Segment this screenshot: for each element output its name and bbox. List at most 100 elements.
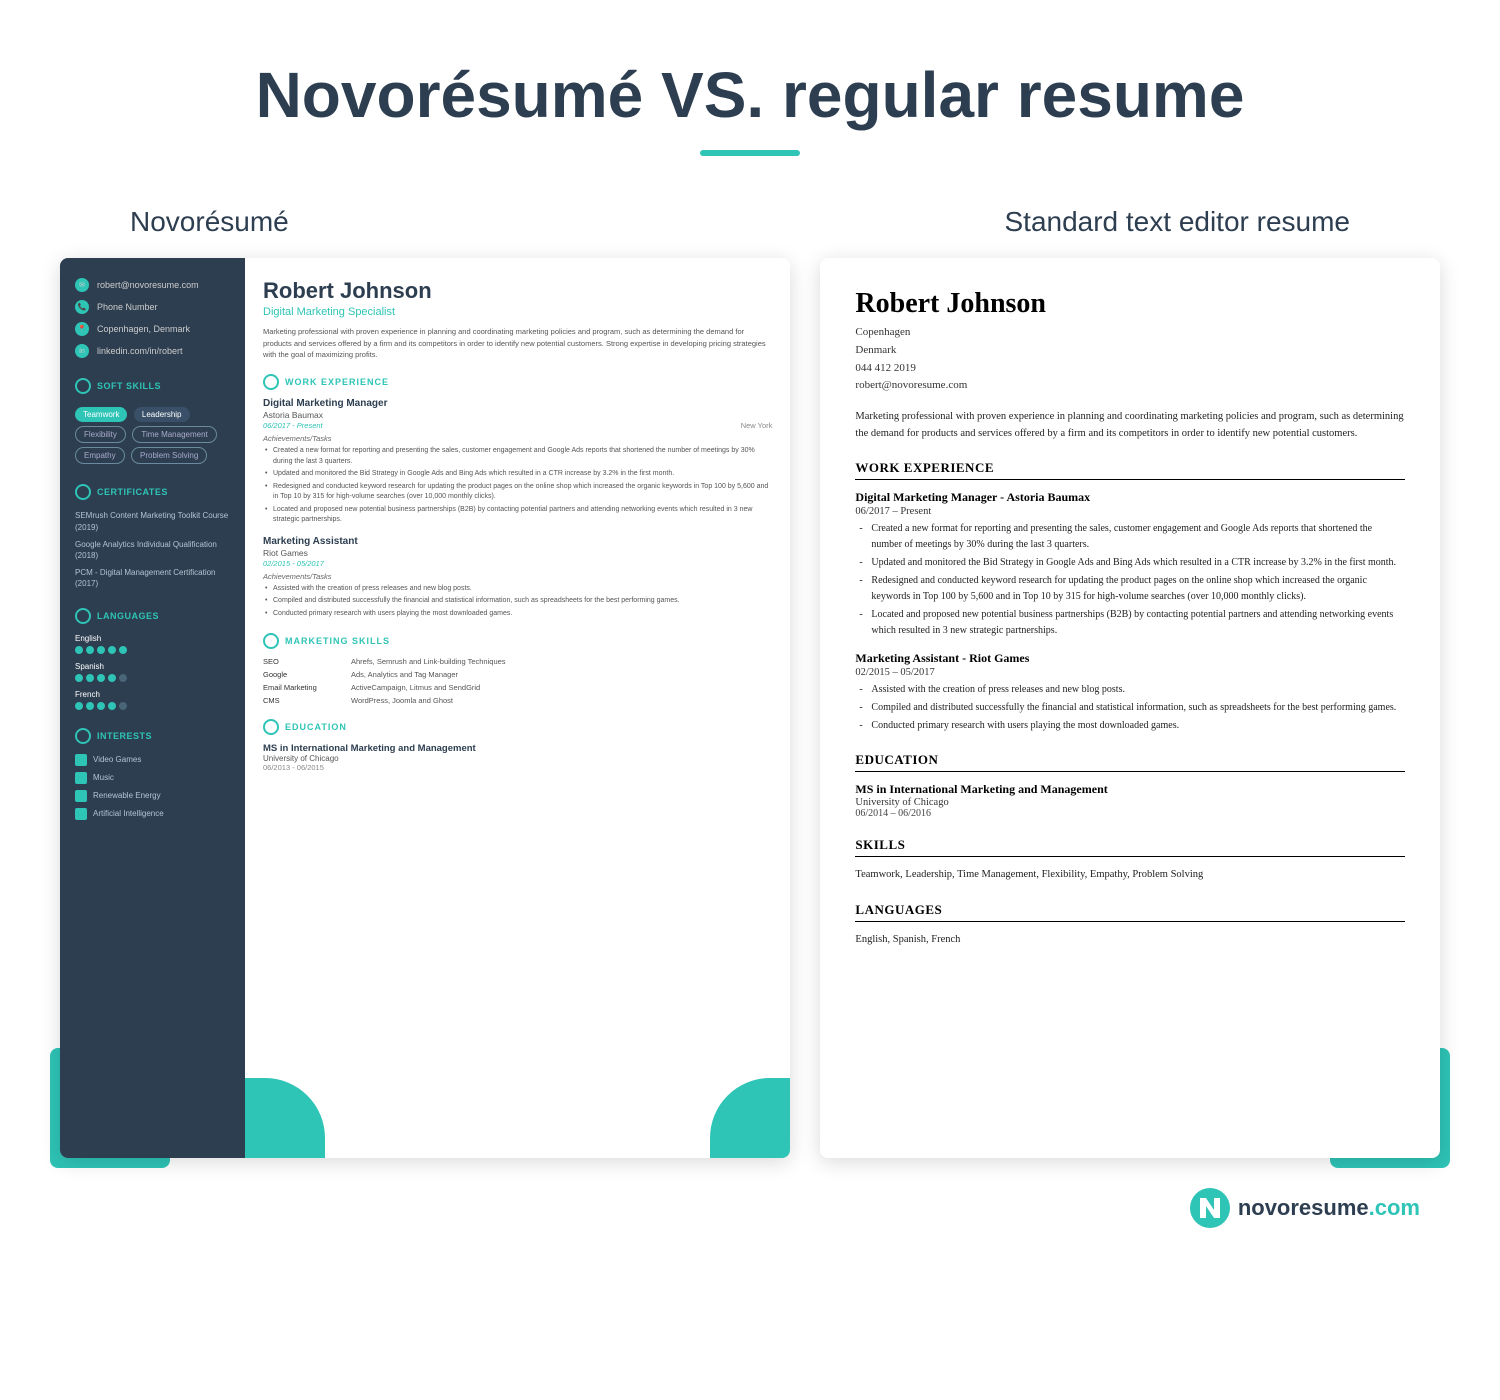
std-skills-section: SKILLS Teamwork, Leadership, Time Manage… [855,837,1405,884]
novoresume-n-icon [1196,1194,1224,1222]
dot [86,646,94,654]
left-col-header: Novorésumé [130,206,289,238]
std-skills-text: Teamwork, Leadership, Time Management, F… [855,867,1405,884]
cert-item-3: PCM - Digital Management Certification (… [75,567,230,589]
resume-summary: Marketing professional with proven exper… [263,326,772,360]
interest-renewable: Renewable Energy [75,790,230,802]
job-1-bullet-4: Located and proposed new potential busin… [263,505,772,526]
std-job-1-bullet-2: Updated and monitored the Bid Strategy i… [855,555,1405,571]
comparison-area: ✉ robert@novoresume.com 📞 Phone Number 📍… [60,258,1440,1158]
ai-icon [75,808,87,820]
certificates-title: CERTIFICATES [75,484,230,500]
standard-card-wrapper: Robert Johnson CopenhagenDenmark044 412 … [820,258,1440,1158]
std-education-section: EDUCATION MS in International Marketing … [855,752,1405,819]
skill-tag-problem: Problem Solving [131,447,207,464]
languages-section: LANGUAGES English [75,608,230,710]
skill-cms: CMS WordPress, Joomla and Ghost [263,696,772,705]
certificates-section: CERTIFICATES SEMrush Content Marketing T… [75,484,230,589]
std-name: Robert Johnson [855,288,1405,320]
skill-tag-time: Time Management [132,426,216,443]
contact-email: ✉ robert@novoresume.com [75,278,230,292]
std-summary: Marketing professional with proven exper… [855,409,1405,443]
std-job-2-bullet-3: Conducted primary research with users pl… [855,718,1405,734]
edu-school: University of Chicago [263,754,772,763]
skill-email: Email Marketing ActiveCampaign, Litmus a… [263,683,772,692]
dot [108,646,116,654]
std-job-2-bullet-1: Assisted with the creation of press rele… [855,682,1405,698]
renewable-icon [75,790,87,802]
soft-skills-title: SOFT SKILLS [75,378,230,394]
footer-logo: novoresume.com [1190,1188,1420,1228]
dot [97,646,105,654]
std-degree: MS in International Marketing and Manage… [855,782,1405,797]
cert-item-1: SEMrush Content Marketing Toolkit Course… [75,510,230,532]
job-1-company: Astoria Baumax [263,410,772,420]
std-edu-date: 06/2014 – 06/2016 [855,808,1405,819]
interests-title: INTERESTS [75,728,230,744]
job-1-date: 06/2017 - Present New York [263,421,772,430]
location-icon: 📍 [75,322,89,336]
linkedin-icon: in [75,344,89,358]
std-work-title: WORK EXPERIENCE [855,460,1405,480]
job-2-bullet-3: Conducted primary research with users pl… [263,609,772,620]
page-wrapper: Novorésumé VS. regular resume Novorésumé… [0,0,1500,1268]
lang-english: English [75,634,230,654]
title-underline [700,150,800,156]
skill-tag-leadership: Leadership [134,407,190,422]
job-1: Digital Marketing Manager Astoria Baumax… [263,398,772,526]
languages-title: LANGUAGES [75,608,230,624]
footer: novoresume.com [60,1188,1440,1228]
job-1-bullet-1: Created a new format for reporting and p… [263,446,772,467]
dot [97,702,105,710]
email-icon: ✉ [75,278,89,292]
video-games-icon [75,754,87,766]
std-job-1-date: 06/2017 – Present [855,506,1405,517]
footer-logo-icon [1190,1188,1230,1228]
contact-phone: 📞 Phone Number [75,300,230,314]
footer-logo-tld: .com [1369,1195,1420,1220]
novoresume-card: ✉ robert@novoresume.com 📞 Phone Number 📍… [60,258,790,1158]
dot [86,702,94,710]
resume-name: Robert Johnson [263,278,772,304]
std-job-1-bullet-4: Located and proposed new potential busin… [855,607,1405,639]
job-2-company: Riot Games [263,548,772,558]
dot [97,674,105,682]
std-job-2-date: 02/2015 – 05/2017 [855,667,1405,678]
dot [119,646,127,654]
job-2-bullet-2: Compiled and distributed successfully th… [263,596,772,607]
interest-ai: Artificial Intelligence [75,808,230,820]
lang-french: French [75,690,230,710]
sidebar-contact: ✉ robert@novoresume.com 📞 Phone Number 📍… [75,278,230,358]
interest-music: Music [75,772,230,784]
std-contact: CopenhagenDenmark044 412 2019robert@novo… [855,324,1405,394]
marketing-skills-section: MARKETING SKILLS SEO Ahrefs, Semrush and… [263,633,772,705]
std-school: University of Chicago [855,797,1405,808]
std-skills-title: SKILLS [855,837,1405,857]
interest-video-games: Video Games [75,754,230,766]
job-1-bullet-2: Updated and monitored the Bid Strategy i… [263,469,772,480]
work-experience-title: WORK EXPERIENCE [263,374,772,390]
skill-google: Google Ads, Analytics and Tag Manager [263,670,772,679]
columns-header: Novorésumé Standard text editor resume [60,206,1440,238]
skill-tag-empathy: Empathy [75,447,125,464]
novoresume-card-wrapper: ✉ robert@novoresume.com 📞 Phone Number 📍… [60,258,790,1158]
teal-wave-bottom-left [245,1078,325,1158]
footer-logo-name: novoresume [1238,1195,1369,1220]
job-2: Marketing Assistant Riot Games 02/2015 -… [263,536,772,620]
achievements-label-1: Achievements/Tasks [263,434,772,443]
dot [108,702,116,710]
job-1-title: Digital Marketing Manager [263,398,772,409]
contact-linkedin: in linkedin.com/in/robert [75,344,230,358]
std-job-2-bullet-2: Compiled and distributed successfully th… [855,700,1405,716]
std-languages-section: LANGUAGES English, Spanish, French [855,902,1405,949]
job-2-date: 02/2015 - 05/2017 [263,559,772,568]
std-job-1: Digital Marketing Manager - Astoria Baum… [855,490,1405,639]
music-icon [75,772,87,784]
contact-location: 📍 Copenhagen, Denmark [75,322,230,336]
std-languages-text: English, Spanish, French [855,932,1405,949]
dot-empty [119,674,127,682]
education-title: EDUCATION [263,719,772,735]
job-2-bullet-1: Assisted with the creation of press rele… [263,584,772,595]
resume-job-title: Digital Marketing Specialist [263,306,772,318]
soft-skills-tags: Teamwork Leadership Flexibility Time Man… [75,404,230,466]
